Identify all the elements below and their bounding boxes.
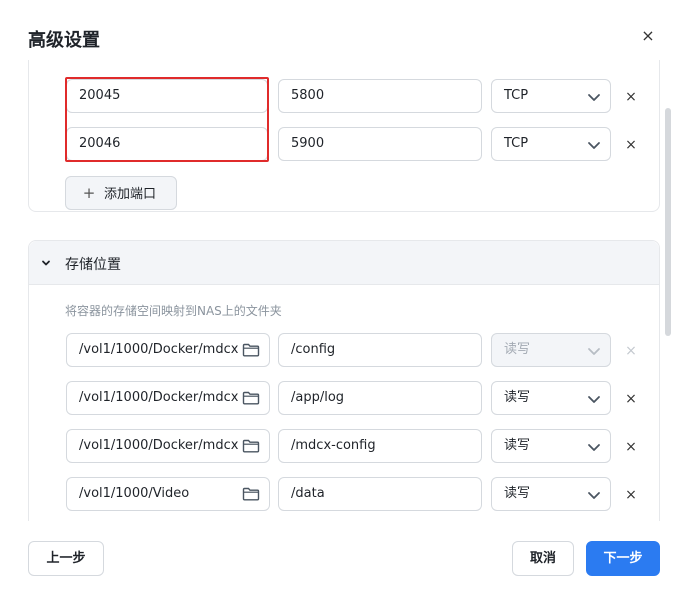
mode-select-value: 读写 <box>504 486 531 501</box>
host-path-input[interactable]: /vol1/1000/Video <box>66 477 270 511</box>
remove-storage-button[interactable]: × <box>624 440 638 454</box>
scrollbar-thumb[interactable] <box>665 108 671 336</box>
remove-port-button[interactable]: × <box>624 90 638 104</box>
container-path-input[interactable]: /mdcx-config <box>278 429 482 463</box>
chevron-down-icon <box>588 492 600 499</box>
chevron-down-icon <box>588 444 600 451</box>
protocol-select-value: TCP <box>504 88 529 103</box>
storage-description: 将容器的存储空间映射到NAS上的文件夹 <box>65 304 282 318</box>
add-port-button[interactable]: + 添加端口 <box>65 176 177 210</box>
mode-select-value: 读写 <box>504 390 531 405</box>
folder-icon[interactable] <box>242 487 260 501</box>
dialog-title: 高级设置 <box>28 30 100 51</box>
mode-select-value: 读写 <box>504 438 531 453</box>
storage-section-header[interactable] <box>29 241 659 285</box>
remove-storage-button[interactable]: × <box>624 392 638 406</box>
plus-icon: + <box>82 184 96 202</box>
mode-select-value: 读写 <box>504 342 531 357</box>
add-port-label: 添加端口 <box>104 187 157 202</box>
chevron-down-icon[interactable] <box>40 257 52 269</box>
folder-icon[interactable] <box>242 439 260 453</box>
host-path-input[interactable]: /vol1/1000/Docker/mdcx <box>66 333 270 367</box>
container-path-input[interactable]: /config <box>278 333 482 367</box>
advanced-settings-dialog: 高级设置 × 20045 5800 TCP × 20046 5900 TCP ×… <box>0 0 682 597</box>
chevron-down-icon <box>588 348 600 355</box>
host-path-input[interactable]: /vol1/1000/Docker/mdcx <box>66 429 270 463</box>
folder-icon[interactable] <box>242 343 260 357</box>
cancel-button[interactable]: 取消 <box>512 541 574 576</box>
chevron-down-icon <box>588 396 600 403</box>
close-icon[interactable]: × <box>638 26 658 46</box>
container-path-input[interactable]: /app/log <box>278 381 482 415</box>
protocol-select-value: TCP <box>504 136 529 151</box>
prev-step-button[interactable]: 上一步 <box>28 541 104 576</box>
container-path-input[interactable]: /data <box>278 477 482 511</box>
host-port-input[interactable]: 20046 <box>66 127 268 161</box>
container-port-input[interactable]: 5800 <box>278 79 482 113</box>
host-port-input[interactable]: 20045 <box>66 79 268 113</box>
remove-storage-button: × <box>625 343 637 359</box>
remove-port-button[interactable]: × <box>624 138 638 152</box>
container-port-input[interactable]: 5900 <box>278 127 482 161</box>
remove-storage-button[interactable]: × <box>624 488 638 502</box>
host-path-input[interactable]: /vol1/1000/Docker/mdcx <box>66 381 270 415</box>
chevron-down-icon <box>588 94 600 101</box>
folder-icon[interactable] <box>242 391 260 405</box>
next-step-button[interactable]: 下一步 <box>586 541 660 576</box>
storage-section-title: 存储位置 <box>65 257 121 273</box>
chevron-down-icon <box>588 142 600 149</box>
